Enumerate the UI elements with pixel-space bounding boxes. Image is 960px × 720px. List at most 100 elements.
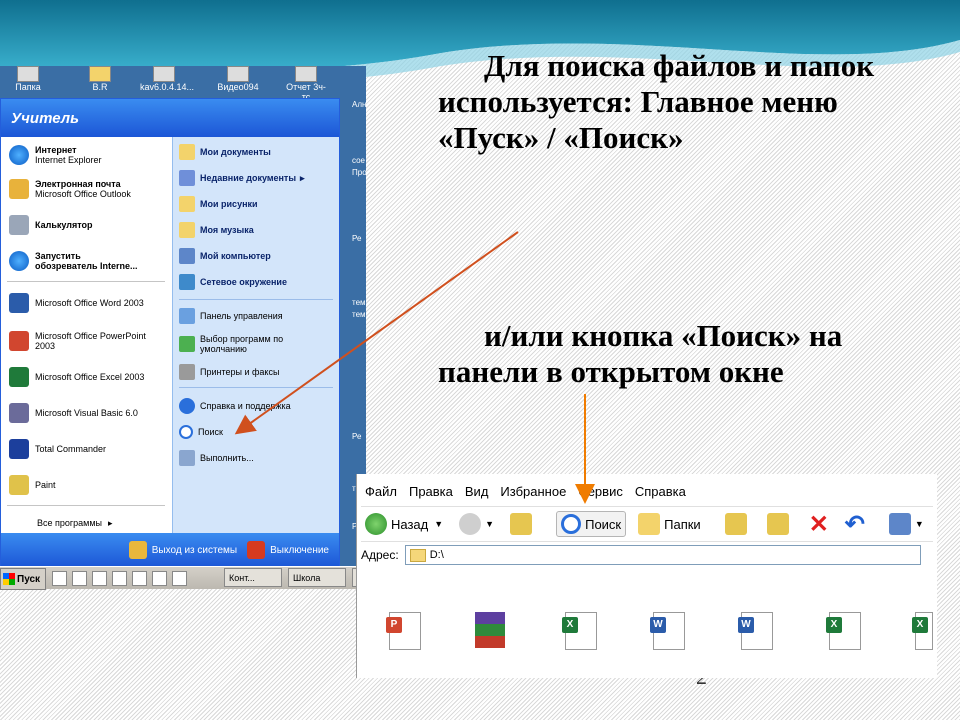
menu-item-my-pictures[interactable]: Мои рисунки bbox=[179, 193, 258, 215]
powerpoint-file-icon[interactable]: P bbox=[386, 612, 421, 650]
menu-item-default-programs[interactable]: Выбор программ по умолчанию bbox=[179, 331, 300, 357]
undo-button[interactable]: ↶ bbox=[841, 508, 869, 541]
folders-button[interactable]: Папки bbox=[634, 511, 705, 537]
desktop-icon[interactable]: Папка bbox=[4, 66, 52, 92]
computer-icon bbox=[179, 248, 195, 264]
menu-item-control-panel[interactable]: Панель управления bbox=[179, 305, 283, 327]
delete-icon: ✕ bbox=[808, 510, 829, 538]
menu-view[interactable]: Вид bbox=[465, 484, 489, 499]
menu-item-my-documents[interactable]: Мои документы bbox=[179, 141, 271, 163]
address-bar: Адрес: D:\ bbox=[361, 542, 931, 568]
power-icon bbox=[247, 541, 266, 559]
menu-file[interactable]: Файл bbox=[365, 484, 397, 499]
menu-item-printers[interactable]: Принтеры и факсы bbox=[179, 361, 279, 383]
menu-item-network[interactable]: Сетевое окружение bbox=[179, 271, 287, 293]
menu-item-powerpoint[interactable]: Microsoft Office PowerPoint 2003 bbox=[9, 325, 155, 357]
printer-icon bbox=[179, 364, 195, 380]
menu-help[interactable]: Справка bbox=[635, 484, 686, 499]
word-file-icon[interactable]: W bbox=[738, 612, 773, 650]
folder-icon bbox=[409, 548, 426, 562]
search-button[interactable]: Поиск bbox=[556, 511, 627, 537]
move-to-icon bbox=[724, 513, 747, 535]
word-file-icon[interactable]: W bbox=[650, 612, 685, 650]
menu-item-search[interactable]: Поиск bbox=[179, 421, 223, 443]
menu-separator bbox=[7, 281, 165, 282]
word-icon bbox=[9, 293, 29, 313]
chevron-down-icon: ▼ bbox=[434, 519, 444, 529]
up-folder-button[interactable] bbox=[506, 511, 540, 537]
menu-item-recent-docs[interactable]: Недавние документы ▸ bbox=[179, 167, 305, 189]
forward-button[interactable]: ▼ bbox=[455, 511, 498, 537]
address-label: Адрес: bbox=[361, 548, 399, 562]
menu-item-paint[interactable]: Paint bbox=[9, 471, 56, 499]
menu-item-email[interactable]: Электронная почта Microsoft Office Outloo… bbox=[9, 175, 131, 203]
taskbar-button[interactable]: Конт... bbox=[224, 568, 282, 587]
start-button[interactable]: Пуск bbox=[0, 568, 46, 590]
excel-file-icon[interactable]: X bbox=[826, 612, 861, 650]
start-menu-user: Учитель bbox=[1, 99, 339, 137]
undo-icon: ↶ bbox=[844, 510, 865, 538]
delete-button[interactable]: ✕ bbox=[805, 508, 833, 541]
logoff-button[interactable]: Выход из системы bbox=[128, 541, 237, 559]
menu-item-my-computer[interactable]: Мой компьютер bbox=[179, 245, 271, 267]
forward-arrow-icon bbox=[459, 513, 482, 535]
desktop-icon[interactable]: В.R bbox=[76, 66, 124, 92]
network-icon bbox=[179, 274, 195, 290]
quicklaunch-icon[interactable] bbox=[112, 571, 127, 586]
outlook-icon bbox=[9, 179, 29, 199]
menu-favorites[interactable]: Избранное bbox=[500, 484, 566, 499]
start-menu-left-pane: Интернет Internet Explorer Электронная по… bbox=[1, 137, 171, 533]
menu-edit[interactable]: Правка bbox=[409, 484, 453, 499]
taskbar: Пуск Конт... Школа bbox=[0, 566, 366, 590]
menu-item-excel[interactable]: Microsoft Office Excel 2003 bbox=[9, 363, 144, 391]
quicklaunch-icon[interactable] bbox=[152, 571, 167, 586]
search-icon bbox=[561, 514, 582, 534]
up-folder-icon bbox=[510, 513, 533, 535]
excel-file-icon[interactable]: X bbox=[912, 612, 933, 650]
back-button[interactable]: Назад ▼ bbox=[361, 511, 447, 537]
menu-item-visual-basic[interactable]: Microsoft Visual Basic 6.0 bbox=[9, 399, 138, 427]
shutdown-button[interactable]: Выключение bbox=[247, 541, 329, 559]
start-menu-footer: Выход из системы Выключение bbox=[1, 533, 339, 567]
run-icon bbox=[179, 450, 195, 466]
taskbar-button[interactable]: Школа bbox=[288, 568, 346, 587]
archive-file-icon[interactable] bbox=[475, 612, 505, 648]
menu-item-internet[interactable]: Интернет Internet Explorer bbox=[9, 141, 102, 169]
views-button[interactable]: ▼ bbox=[885, 511, 928, 537]
file-list: P X W W X X bbox=[385, 612, 935, 652]
desktop-icon[interactable]: Видео094 bbox=[214, 66, 262, 92]
total-commander-icon bbox=[9, 439, 29, 459]
internet-explorer-icon bbox=[9, 251, 29, 271]
key-icon bbox=[128, 541, 147, 559]
menu-item-browser[interactable]: Запустить обозреватель Interne... bbox=[9, 247, 138, 275]
move-to-button[interactable] bbox=[721, 511, 755, 537]
back-arrow-icon bbox=[365, 513, 387, 535]
menu-tools[interactable]: Сервис bbox=[578, 484, 623, 499]
excel-file-icon[interactable]: X bbox=[562, 612, 597, 650]
menu-item-my-music[interactable]: Моя музыка bbox=[179, 219, 254, 241]
desktop-icon[interactable]: Отчет 3ч-тс bbox=[282, 66, 330, 102]
folder-icon bbox=[179, 170, 195, 186]
copy-to-button[interactable] bbox=[763, 511, 797, 537]
menu-item-calculator[interactable]: Калькулятор bbox=[9, 211, 93, 239]
menu-separator bbox=[179, 299, 333, 300]
menu-item-run[interactable]: Выполнить... bbox=[179, 447, 254, 469]
menu-item-total-commander[interactable]: Total Commander bbox=[9, 435, 106, 463]
quicklaunch-icon[interactable] bbox=[92, 571, 107, 586]
control-panel-icon bbox=[179, 308, 195, 324]
quicklaunch-icon[interactable] bbox=[132, 571, 147, 586]
menu-item-word[interactable]: Microsoft Office Word 2003 bbox=[9, 289, 144, 317]
desktop-icon[interactable]: kav6.0.4.14... bbox=[140, 66, 194, 92]
menu-item-help[interactable]: Справка и поддержка bbox=[179, 395, 291, 417]
excel-icon bbox=[9, 367, 29, 387]
start-menu-right-pane: Мои документы Недавние документы ▸ Мои ри… bbox=[172, 137, 339, 533]
quicklaunch-icon[interactable] bbox=[72, 571, 87, 586]
quicklaunch-icon[interactable] bbox=[172, 571, 187, 586]
slide-text-secondary: и/или кнопка «Поиск» на панели в открыто… bbox=[438, 318, 843, 389]
explorer-toolbar: Назад ▼ ▼ Поиск Папки ✕ ↶ ▼ bbox=[361, 506, 933, 542]
folder-icon bbox=[179, 144, 195, 160]
windows-logo-icon bbox=[3, 573, 15, 585]
address-input[interactable]: D:\ bbox=[404, 545, 921, 565]
quicklaunch-icon[interactable] bbox=[52, 571, 67, 586]
desktop-icons-row: Папка В.R kav6.0.4.14... Видео094 Отчет … bbox=[0, 66, 366, 102]
